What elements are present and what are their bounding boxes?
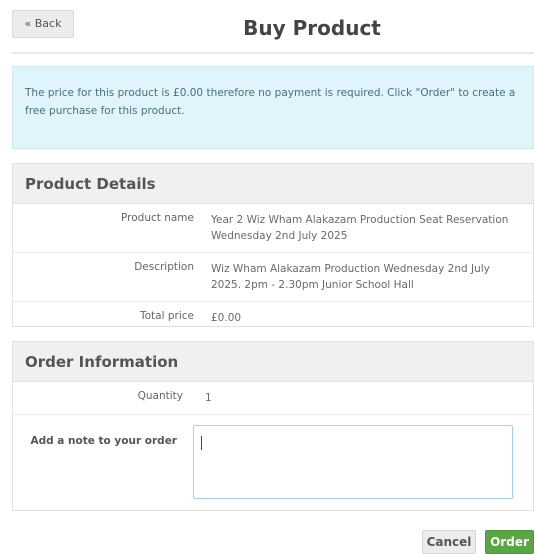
order-information-heading: Order Information [13, 342, 533, 382]
product-name-value: Year 2 Wiz Wham Alakazam Production Seat… [211, 214, 509, 242]
description-row: Description Wiz Wham Alakazam Production… [13, 253, 533, 302]
product-details-panel: Product Details Product name Year 2 Wiz … [12, 163, 534, 327]
free-purchase-notice: The price for this product is £0.00 ther… [12, 66, 534, 149]
quantity-row: Quantity 1 [13, 382, 533, 415]
product-name-row: Product name Year 2 Wiz Wham Alakazam Pr… [13, 204, 533, 253]
product-name-label: Product name [121, 212, 194, 224]
quantity-label: Quantity [137, 390, 183, 402]
cancel-button[interactable]: Cancel [422, 530, 476, 554]
header-divider [12, 52, 534, 54]
description-value: Wiz Wham Alakazam Production Wednesday 2… [211, 263, 490, 291]
order-note-label: Add a note to your order [30, 435, 177, 447]
order-information-panel: Order Information Quantity 1 Add a note … [12, 341, 534, 511]
order-note-textarea[interactable] [193, 425, 513, 499]
quantity-value: 1 [205, 392, 212, 404]
total-price-label: Total price [140, 310, 194, 322]
description-label: Description [134, 261, 194, 273]
page-header: « Back Buy Product [0, 0, 534, 55]
product-details-heading: Product Details [13, 164, 533, 204]
order-note-row: Add a note to your order [13, 415, 533, 499]
total-price-value: £0.00 [211, 312, 242, 324]
total-price-row: Total price £0.00 [13, 302, 533, 334]
page-title: Buy Product [243, 16, 381, 40]
order-button[interactable]: Order [485, 530, 534, 554]
text-caret [201, 436, 202, 450]
notice-text: The price for this product is £0.00 ther… [25, 87, 516, 117]
